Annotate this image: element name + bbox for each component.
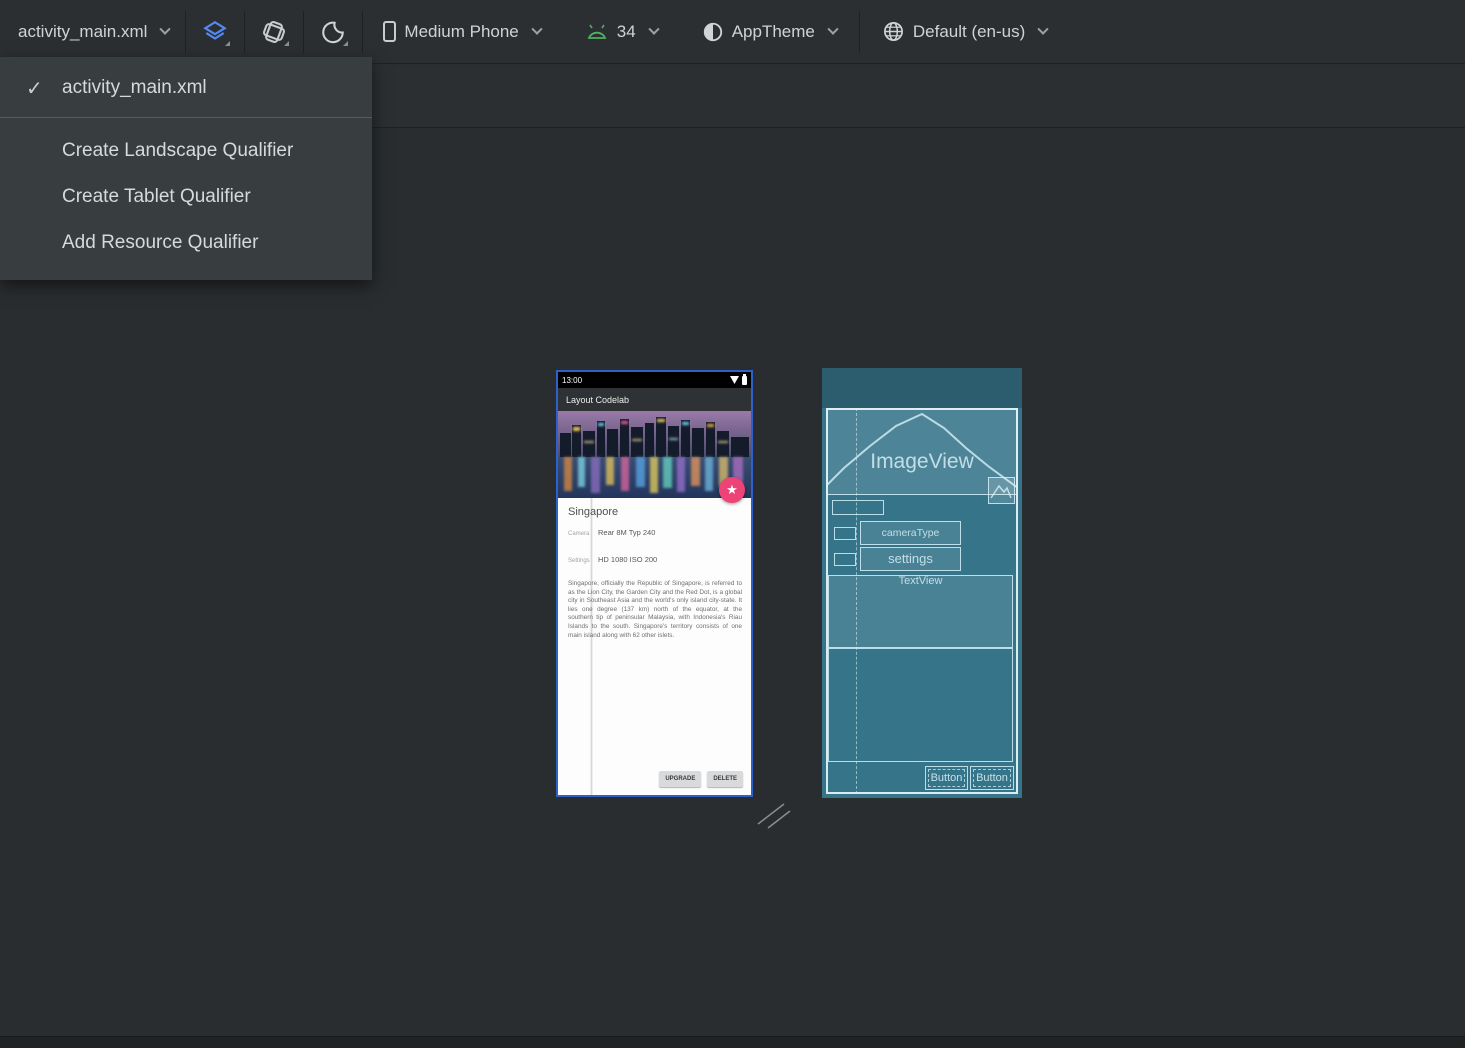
- blueprint-camera-label[interactable]: [834, 527, 856, 540]
- night-mode-button[interactable]: [316, 15, 350, 49]
- chevron-down-icon: [648, 23, 659, 34]
- blueprint-lower-container[interactable]: [828, 648, 1013, 762]
- android-icon: [585, 23, 609, 41]
- blueprint-title-textview[interactable]: [832, 500, 884, 515]
- menu-item-current-file[interactable]: ✓ activity_main.xml: [0, 65, 372, 111]
- card-button-row: UPGRADE DELETE: [659, 771, 743, 787]
- api-level-dropdown[interactable]: 34: [585, 22, 658, 42]
- spec-label: Camera: [568, 531, 598, 537]
- chevron-down-icon: [827, 23, 838, 34]
- app-title: Layout Codelab: [566, 395, 629, 405]
- blueprint-statusbar-band: [822, 368, 1022, 408]
- design-surface-button[interactable]: [198, 15, 232, 49]
- preview-content-card: Singapore Camera Rear 8M Typ 240 Setting…: [558, 498, 751, 795]
- checkmark-icon: ✓: [26, 76, 43, 101]
- upgrade-button[interactable]: UPGRADE: [659, 771, 701, 787]
- theme-selector-dropdown[interactable]: AppTheme: [702, 21, 837, 43]
- toolbar-separator: [362, 11, 363, 53]
- spec-label: Settings: [568, 558, 598, 564]
- spec-row-camera: Camera Rear 8M Typ 240: [568, 528, 743, 537]
- api-level-label: 34: [617, 22, 636, 42]
- menu-separator: [0, 117, 372, 118]
- orientation-button[interactable]: [257, 15, 291, 49]
- layout-editor-window: activity_main.xml: [0, 0, 1465, 1048]
- battery-icon: [742, 376, 747, 385]
- blueprint-cameratype-spinner[interactable]: cameraType: [860, 521, 961, 545]
- wifi-icon: [730, 376, 739, 384]
- toolbar-separator: [244, 11, 245, 53]
- toolbar-separator: [859, 11, 860, 53]
- device-selector-dropdown[interactable]: Medium Phone: [383, 21, 540, 42]
- blueprint-button-2[interactable]: Button: [970, 766, 1014, 790]
- toolbar-separator: [185, 11, 186, 53]
- menu-item-label: Create Tablet Qualifier: [62, 186, 251, 208]
- file-selector-dropdown[interactable]: activity_main.xml: [18, 22, 169, 42]
- dropdown-corner-indicator: [284, 41, 289, 46]
- chevron-down-icon: [1038, 23, 1049, 34]
- fab-star-button[interactable]: ★: [719, 477, 745, 503]
- imageview-label: ImageView: [826, 450, 1018, 474]
- menu-item-add-resource-qualifier[interactable]: Add Resource Qualifier: [0, 220, 372, 266]
- blueprint-button-1[interactable]: Button: [925, 766, 968, 790]
- menu-item-label: Create Landscape Qualifier: [62, 140, 293, 162]
- spec-row-settings: Settings HD 1080 ISO 200: [568, 555, 743, 564]
- blueprint-fab[interactable]: [988, 477, 1015, 504]
- spec-value: Rear 8M Typ 240: [598, 528, 655, 537]
- mountain-mini-icon: [989, 478, 1013, 502]
- theme-selector-label: AppTheme: [732, 22, 815, 42]
- file-selector-menu: ✓ activity_main.xml Create Landscape Qua…: [0, 57, 372, 280]
- bottom-status-strip: [0, 1036, 1465, 1048]
- status-time: 13:00: [562, 376, 582, 385]
- spec-value: HD 1080 ISO 200: [598, 555, 657, 564]
- device-selector-label: Medium Phone: [404, 22, 518, 42]
- file-selector-label: activity_main.xml: [18, 22, 147, 42]
- menu-item-create-tablet[interactable]: Create Tablet Qualifier: [0, 174, 372, 220]
- toolbar-separator: [303, 11, 304, 53]
- globe-icon: [882, 20, 905, 43]
- design-preview-phone[interactable]: 13:00 Layout Codelab: [556, 370, 753, 797]
- contrast-theme-icon: [702, 21, 724, 43]
- dropdown-corner-indicator: [343, 41, 348, 46]
- blueprint-preview-phone[interactable]: ImageView cameraType settings TextView B…: [822, 368, 1022, 798]
- page-fold-shadow: [590, 498, 593, 795]
- chevron-down-icon: [160, 23, 171, 34]
- description-text: Singapore, officially the Republic of Si…: [568, 580, 742, 640]
- menu-item-create-landscape[interactable]: Create Landscape Qualifier: [0, 128, 372, 174]
- design-toolbar: activity_main.xml: [0, 0, 1465, 64]
- delete-button[interactable]: DELETE: [707, 771, 743, 787]
- menu-item-label: Add Resource Qualifier: [62, 232, 258, 254]
- blueprint-settings-label[interactable]: [834, 553, 856, 566]
- menu-item-label: activity_main.xml: [62, 77, 207, 99]
- preview-app-bar: Layout Codelab: [558, 388, 751, 411]
- canvas-resize-handle[interactable]: [752, 798, 794, 832]
- locale-selector-label: Default (en-us): [913, 22, 1025, 42]
- city-title: Singapore: [568, 506, 618, 518]
- blueprint-settings-spinner[interactable]: settings: [860, 547, 961, 571]
- blueprint-description-textview[interactable]: TextView: [828, 575, 1013, 648]
- phone-icon: [383, 21, 396, 42]
- locale-selector-dropdown[interactable]: Default (en-us): [882, 20, 1047, 43]
- preview-status-bar: 13:00: [558, 372, 751, 388]
- star-icon: ★: [726, 482, 738, 498]
- chevron-down-icon: [531, 23, 542, 34]
- dropdown-corner-indicator: [225, 41, 230, 46]
